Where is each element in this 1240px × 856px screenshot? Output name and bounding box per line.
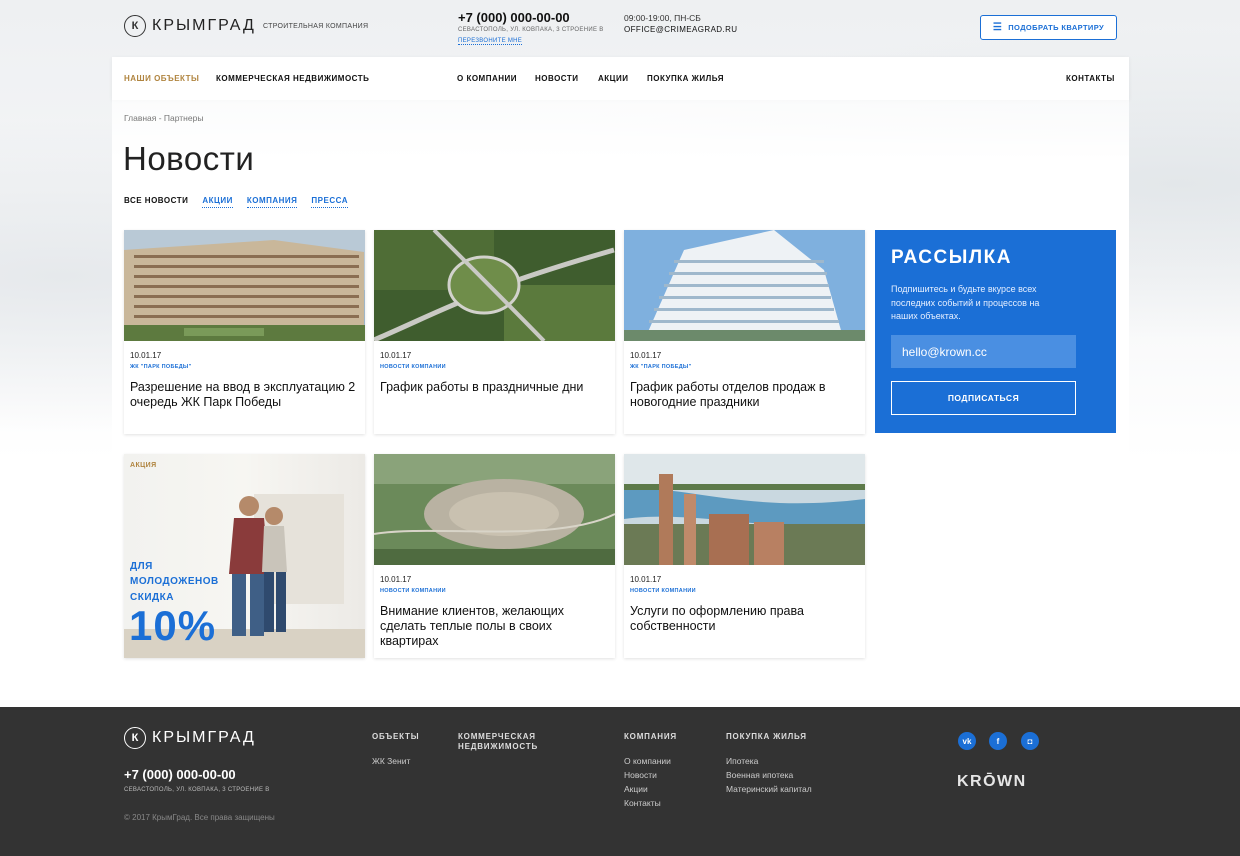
news-image-district <box>374 454 615 565</box>
subscribe-email-input[interactable] <box>891 335 1076 368</box>
sliders-icon: ☰ <box>992 22 1003 33</box>
nav-news[interactable]: НОВОСТИ <box>535 74 579 83</box>
footer-link-promos[interactable]: Акции <box>624 784 648 794</box>
promo-line-1: ДЛЯ <box>130 561 153 572</box>
logo[interactable]: К КРЫМГРАД <box>124 15 256 37</box>
footer-heading-company: КОМПАНИЯ <box>624 732 677 741</box>
footer-heading-buying: ПОКУПКА ЖИЛЬЯ <box>726 732 807 741</box>
news-image-river <box>624 454 865 565</box>
news-category[interactable]: НОВОСТИ КОМПАНИИ <box>380 588 446 594</box>
nav-objects[interactable]: НАШИ ОБЪЕКТЫ <box>124 74 199 83</box>
news-category[interactable]: ЖК "ПАРК ПОБЕДЫ" <box>130 364 192 370</box>
news-image-building <box>124 230 365 341</box>
footer-link-news[interactable]: Новости <box>624 770 657 780</box>
main-nav: НАШИ ОБЪЕКТЫ КОММЕРЧЕСКАЯ НЕДВИЖИМОСТЬ О… <box>112 57 1129 100</box>
filter-promos[interactable]: АКЦИИ <box>202 196 233 208</box>
footer-heading-commercial-line2: НЕДВИЖИМОСТЬ <box>458 742 539 751</box>
vk-icon[interactable]: vk <box>958 732 976 750</box>
news-category[interactable]: ЖК "ПАРК ПОБЕДЫ" <box>630 364 692 370</box>
news-title[interactable]: График работы в праздничные дни <box>380 380 612 395</box>
header-email[interactable]: OFFICE@CRIMEAGRAD.RU <box>624 25 737 34</box>
logo-mark: К <box>124 15 146 37</box>
promo-discount: 10% <box>129 602 217 649</box>
news-filters: ВСЕ НОВОСТИ АКЦИИ КОМПАНИЯ ПРЕССА <box>124 196 362 208</box>
news-date: 10.01.17 <box>130 351 162 360</box>
footer-link-contacts[interactable]: Контакты <box>624 798 661 808</box>
subscribe-text: Подпишитесь и будьте вкурсе всех последн… <box>891 284 1040 321</box>
subscribe-box: РАССЫЛКА Подпишитесь и будьте вкурсе все… <box>875 230 1116 433</box>
header-address: СЕВАСТОПОЛЬ, УЛ. КОВПАКА, 3 СТРОЕНИЕ В <box>458 27 604 33</box>
news-date: 10.01.17 <box>630 575 662 584</box>
subscribe-button[interactable]: ПОДПИСАТЬСЯ <box>891 381 1076 415</box>
developer-logo[interactable]: KRŌWN <box>957 773 1027 791</box>
logo-text: КРЫМГРАД <box>152 17 256 34</box>
footer: К КРЫМГРАД +7 (000) 000-00-00 СЕВАСТОПОЛ… <box>0 707 1240 856</box>
subscribe-title: РАССЫЛКА <box>891 247 1012 268</box>
nav-promos[interactable]: АКЦИИ <box>598 74 629 83</box>
footer-link-maternity-capital[interactable]: Материнский капитал <box>726 784 812 794</box>
news-title[interactable]: Услуги по оформлению права собственности <box>630 604 862 634</box>
footer-logo[interactable]: К КРЫМГРАД <box>124 727 256 749</box>
footer-link-military-mortgage[interactable]: Военная ипотека <box>726 770 793 780</box>
footer-link-about[interactable]: О компании <box>624 756 671 766</box>
page-title: Новости <box>123 140 255 177</box>
pick-apartment-button[interactable]: ☰ ПОДОБРАТЬ КВАРТИРУ <box>980 15 1117 40</box>
nav-contacts[interactable]: КОНТАКТЫ <box>1066 74 1115 83</box>
news-title[interactable]: Внимание клиентов, желающих сделать тепл… <box>380 604 612 649</box>
news-image-tower <box>624 230 865 341</box>
footer-link-mortgage[interactable]: Ипотека <box>726 756 758 766</box>
news-image-highway <box>374 230 615 341</box>
filter-company[interactable]: КОМПАНИЯ <box>246 196 298 208</box>
footer-phone[interactable]: +7 (000) 000-00-00 <box>124 767 236 782</box>
filter-all[interactable]: ВСЕ НОВОСТИ <box>124 196 188 208</box>
tagline: СТРОИТЕЛЬНАЯ КОМПАНИЯ <box>263 23 369 30</box>
footer-heading-commercial-line1: КОММЕРЧЕСКАЯ <box>458 732 536 741</box>
promo-tag: АКЦИЯ <box>130 462 157 469</box>
news-date: 10.01.17 <box>380 575 412 584</box>
news-title[interactable]: График работы отделов продаж в новогодни… <box>630 380 862 410</box>
callback-link[interactable]: ПЕРЕЗВОНИТЕ МНЕ <box>458 38 523 45</box>
footer-address: СЕВАСТОПОЛЬ, УЛ. КОВПАКА, 3 СТРОЕНИЕ В <box>124 787 270 793</box>
breadcrumb[interactable]: Главная - Партнеры <box>124 113 203 123</box>
header-phone[interactable]: +7 (000) 000-00-00 <box>458 10 570 25</box>
news-date: 10.01.17 <box>380 351 412 360</box>
news-card[interactable]: 10.01.17 ЖК "ПАРК ПОБЕДЫ" График работы … <box>624 230 865 434</box>
work-hours: 09:00-19:00, ПН-СБ <box>624 13 701 23</box>
nav-about[interactable]: О КОМПАНИИ <box>457 74 517 83</box>
nav-commercial[interactable]: КОММЕРЧЕСКАЯ НЕДВИЖИМОСТЬ <box>216 74 369 83</box>
pick-apartment-label: ПОДОБРАТЬ КВАРТИРУ <box>1008 23 1105 32</box>
promo-banner[interactable]: АКЦИЯ ДЛЯ МОЛОДОЖЕНОВ СКИДКА 10% <box>124 454 365 658</box>
footer-copyright: © 2017 КрымГрад. Все права защищены <box>124 813 275 822</box>
footer-heading-objects: ОБЪЕКТЫ <box>372 732 420 741</box>
instagram-icon[interactable]: ◘ <box>1021 732 1039 750</box>
filter-press[interactable]: ПРЕССА <box>311 196 348 208</box>
news-title[interactable]: Разрешение на ввод в эксплуатацию 2 очер… <box>130 380 362 410</box>
footer-link-zenit[interactable]: ЖК Зенит <box>372 756 410 766</box>
news-card[interactable]: 10.01.17 ЖК "ПАРК ПОБЕДЫ" Разрешение на … <box>124 230 365 434</box>
news-card[interactable]: 10.01.17 НОВОСТИ КОМПАНИИ График работы … <box>374 230 615 434</box>
footer-logo-text: КРЫМГРАД <box>152 729 256 746</box>
news-category[interactable]: НОВОСТИ КОМПАНИИ <box>630 588 696 594</box>
news-category[interactable]: НОВОСТИ КОМПАНИИ <box>380 364 446 370</box>
header: К КРЫМГРАД СТРОИТЕЛЬНАЯ КОМПАНИЯ +7 (000… <box>0 0 1240 56</box>
promo-line-2: МОЛОДОЖЕНОВ <box>130 576 219 587</box>
news-card[interactable]: 10.01.17 НОВОСТИ КОМПАНИИ Внимание клиен… <box>374 454 615 658</box>
news-date: 10.01.17 <box>630 351 662 360</box>
facebook-icon[interactable]: f <box>989 732 1007 750</box>
footer-heading-commercial[interactable]: КОММЕРЧЕСКАЯ НЕДВИЖИМОСТЬ <box>458 732 538 752</box>
nav-buying[interactable]: ПОКУПКА ЖИЛЬЯ <box>647 74 724 83</box>
news-card[interactable]: 10.01.17 НОВОСТИ КОМПАНИИ Услуги по офор… <box>624 454 865 658</box>
footer-logo-mark: К <box>124 727 146 749</box>
